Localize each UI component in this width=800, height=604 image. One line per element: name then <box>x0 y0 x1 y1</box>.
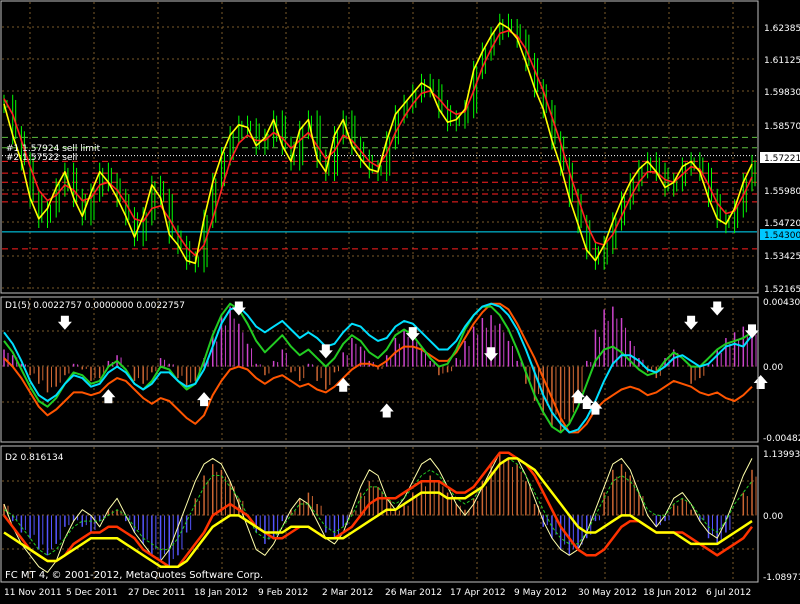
chart-canvas[interactable]: #1 1.57924 sell limit #2 1.57522 sell 1.… <box>0 0 800 600</box>
up-arrow-icon <box>753 374 768 389</box>
price-tick: 1.58570 <box>764 122 800 132</box>
d1-axis-zero: 0.00 <box>763 363 783 373</box>
d2-axis-zero: 0.00 <box>763 512 783 522</box>
time-tick: 5 Dec 2011 <box>66 588 118 598</box>
grid-layer <box>2 2 757 581</box>
price-tick: 1.61125 <box>764 56 800 66</box>
order-label-sell[interactable]: #2 1.57522 sell <box>6 153 77 163</box>
time-tick: 17 Apr 2012 <box>450 588 506 598</box>
current-price-label: 1.57221 <box>764 154 800 164</box>
time-axis: 11 Nov 2011 5 Dec 2011 27 Dec 2011 18 Ja… <box>4 588 751 598</box>
down-arrow-icon <box>710 301 725 316</box>
up-arrow-icon <box>101 389 116 404</box>
price-tick: 1.53425 <box>764 252 800 262</box>
down-arrow-icon <box>57 315 72 330</box>
time-tick: 18 Jun 2012 <box>643 588 697 598</box>
price-tick: 1.59830 <box>764 88 800 98</box>
up-arrow-icon <box>379 403 394 418</box>
time-tick: 27 Dec 2011 <box>128 588 186 598</box>
price-tick: 1.52165 <box>764 285 800 295</box>
d1-title: D1(5) 0.0022757 0.0000000 0.0022757 <box>5 301 185 311</box>
d1-indicator <box>3 301 768 434</box>
time-tick: 6 Jul 2012 <box>706 588 751 598</box>
price-tick: 1.54720 <box>764 219 800 229</box>
up-arrow-icon <box>336 377 351 392</box>
time-tick: 30 May 2012 <box>578 588 637 598</box>
copyright-label: FC MT 4, © 2001-2012, MetaQuotes Softwar… <box>5 570 263 581</box>
price-tick: 1.55980 <box>764 187 800 197</box>
d2-axis-bottom: -1.089711 <box>763 573 800 583</box>
price-tick: 1.62385 <box>764 24 800 34</box>
d1-axis-top: 0.004303 <box>763 298 800 308</box>
time-tick: 26 Mar 2012 <box>385 588 442 598</box>
time-tick: 9 May 2012 <box>514 588 567 598</box>
time-tick: 18 Jan 2012 <box>194 588 248 598</box>
down-arrow-icon <box>318 344 333 359</box>
time-tick: 9 Feb 2012 <box>258 588 308 598</box>
price-axis: 1.62385 1.61125 1.59830 1.58570 1.57221 … <box>760 24 800 295</box>
d1-axis-bottom: -0.004823 <box>763 434 800 444</box>
down-arrow-icon <box>231 301 246 316</box>
candles <box>3 13 756 273</box>
time-tick: 11 Nov 2011 <box>4 588 62 598</box>
time-tick: 2 Mar 2012 <box>322 588 373 598</box>
d2-title: D2 0.816134 <box>5 453 64 463</box>
down-arrow-icon <box>684 315 699 330</box>
d2-axis-top: 1.139935 <box>763 450 800 460</box>
d2-indicator <box>3 451 757 573</box>
cyan-level-label: 1.54300 <box>764 231 800 241</box>
trading-chart-window[interactable]: #1 1.57924 sell limit #2 1.57522 sell 1.… <box>0 0 800 600</box>
